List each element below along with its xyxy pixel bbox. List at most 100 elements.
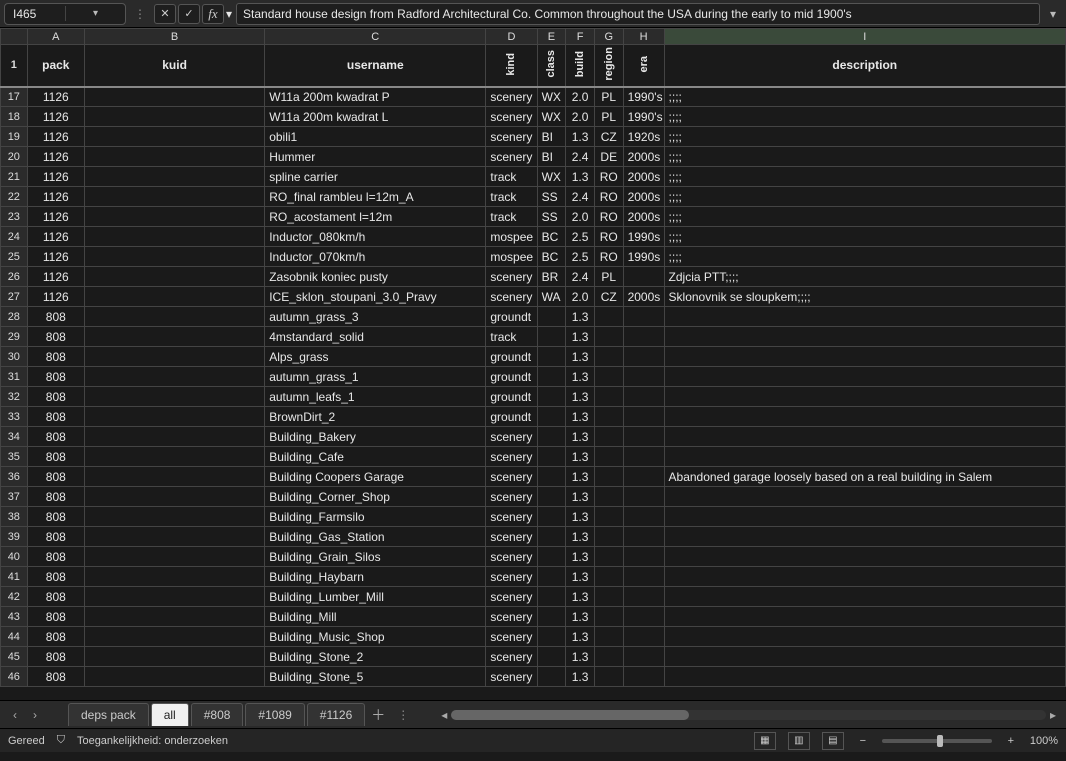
cell[interactable]: 808 [27, 327, 84, 347]
row-number[interactable]: 19 [1, 127, 28, 147]
cell[interactable]: scenery [486, 647, 537, 667]
cell[interactable]: track [486, 207, 537, 227]
cell[interactable]: 808 [27, 307, 84, 327]
scroll-thumb[interactable] [451, 710, 689, 720]
cell[interactable]: ;;;; [664, 147, 1065, 167]
cell[interactable] [537, 567, 566, 587]
select-all-corner[interactable] [1, 29, 28, 45]
cell[interactable] [594, 407, 623, 427]
sheet-tab[interactable]: #1089 [245, 703, 304, 726]
cell[interactable] [84, 187, 264, 207]
cell[interactable]: Building_Stone_2 [265, 647, 486, 667]
cell[interactable]: 808 [27, 507, 84, 527]
cell[interactable] [537, 387, 566, 407]
cell[interactable]: Building_Cafe [265, 447, 486, 467]
cell[interactable]: 2.4 [566, 267, 595, 287]
cell[interactable] [84, 567, 264, 587]
tab-next-icon[interactable]: › [26, 706, 44, 724]
cell[interactable] [537, 447, 566, 467]
cell[interactable]: 808 [27, 387, 84, 407]
row-number[interactable]: 37 [1, 487, 28, 507]
cell[interactable]: 2000s [623, 287, 664, 307]
cell[interactable]: 1.3 [566, 427, 595, 447]
cell[interactable]: mospee [486, 227, 537, 247]
scroll-left-icon[interactable]: ◂ [437, 708, 451, 722]
cell[interactable]: 808 [27, 587, 84, 607]
row-number[interactable]: 34 [1, 427, 28, 447]
cell[interactable]: scenery [486, 627, 537, 647]
cell[interactable]: 1126 [27, 207, 84, 227]
cell[interactable]: 808 [27, 427, 84, 447]
cell[interactable] [537, 427, 566, 447]
cell[interactable] [84, 407, 264, 427]
cell[interactable]: scenery [486, 287, 537, 307]
cell[interactable]: 808 [27, 567, 84, 587]
cell[interactable]: 1.3 [566, 507, 595, 527]
cell[interactable]: Building_Lumber_Mill [265, 587, 486, 607]
cell[interactable]: 1990's [623, 107, 664, 127]
cell[interactable] [594, 347, 623, 367]
chevron-down-icon[interactable]: ▾ [226, 7, 232, 21]
cell[interactable] [537, 627, 566, 647]
cell[interactable]: 2.4 [566, 187, 595, 207]
cell[interactable] [594, 507, 623, 527]
cell[interactable]: 808 [27, 607, 84, 627]
cell[interactable] [84, 267, 264, 287]
cell[interactable]: Building_Mill [265, 607, 486, 627]
cell[interactable] [84, 87, 264, 107]
cell[interactable]: Building_Grain_Silos [265, 547, 486, 567]
cell[interactable]: Abandoned garage loosely based on a real… [664, 467, 1065, 487]
cell[interactable] [84, 167, 264, 187]
cell[interactable] [84, 467, 264, 487]
row-number[interactable]: 28 [1, 307, 28, 327]
row-number[interactable]: 31 [1, 367, 28, 387]
cell[interactable] [623, 607, 664, 627]
cell[interactable]: scenery [486, 467, 537, 487]
view-pagebreak-icon[interactable]: ▤ [822, 732, 844, 750]
cell[interactable]: 808 [27, 667, 84, 687]
cell[interactable]: 1126 [27, 127, 84, 147]
cell[interactable]: scenery [486, 587, 537, 607]
cell[interactable]: groundt [486, 387, 537, 407]
spreadsheet-grid[interactable]: A B C D E F G H I 1 pack kuid username k… [0, 28, 1066, 700]
cell[interactable] [664, 547, 1065, 567]
cell[interactable] [537, 507, 566, 527]
row-number[interactable]: 21 [1, 167, 28, 187]
cell[interactable] [84, 107, 264, 127]
cell[interactable]: 2.0 [566, 87, 595, 107]
formula-input[interactable]: Standard house design from Radford Archi… [236, 3, 1040, 25]
cell[interactable] [537, 407, 566, 427]
row-number[interactable]: 18 [1, 107, 28, 127]
row-number[interactable]: 39 [1, 527, 28, 547]
cell[interactable] [537, 587, 566, 607]
cell[interactable]: track [486, 187, 537, 207]
cell[interactable] [664, 607, 1065, 627]
name-box[interactable]: I465 ▾ [4, 3, 126, 25]
cell[interactable] [664, 307, 1065, 327]
col-header[interactable]: H [623, 29, 664, 45]
row-number[interactable]: 42 [1, 587, 28, 607]
cell[interactable]: groundt [486, 367, 537, 387]
row-number[interactable]: 17 [1, 87, 28, 107]
cell[interactable]: scenery [486, 267, 537, 287]
cell[interactable] [594, 367, 623, 387]
cell[interactable]: BC [537, 227, 566, 247]
row-number[interactable]: 25 [1, 247, 28, 267]
cell[interactable]: 1.3 [566, 587, 595, 607]
col-header[interactable]: E [537, 29, 566, 45]
cell[interactable] [537, 307, 566, 327]
cell[interactable]: 808 [27, 627, 84, 647]
status-accessibility[interactable]: Toegankelijkheid: onderzoeken [77, 735, 228, 747]
row-number[interactable]: 45 [1, 647, 28, 667]
cell[interactable]: 1.3 [566, 647, 595, 667]
cell[interactable] [84, 427, 264, 447]
cell[interactable]: RO [594, 167, 623, 187]
row-number[interactable]: 36 [1, 467, 28, 487]
cell[interactable] [84, 487, 264, 507]
cell[interactable] [84, 307, 264, 327]
cell[interactable]: 1990s [623, 227, 664, 247]
cell[interactable]: Inductor_080km/h [265, 227, 486, 247]
cell[interactable]: scenery [486, 567, 537, 587]
cell[interactable]: BI [537, 147, 566, 167]
cell[interactable]: RO [594, 247, 623, 267]
